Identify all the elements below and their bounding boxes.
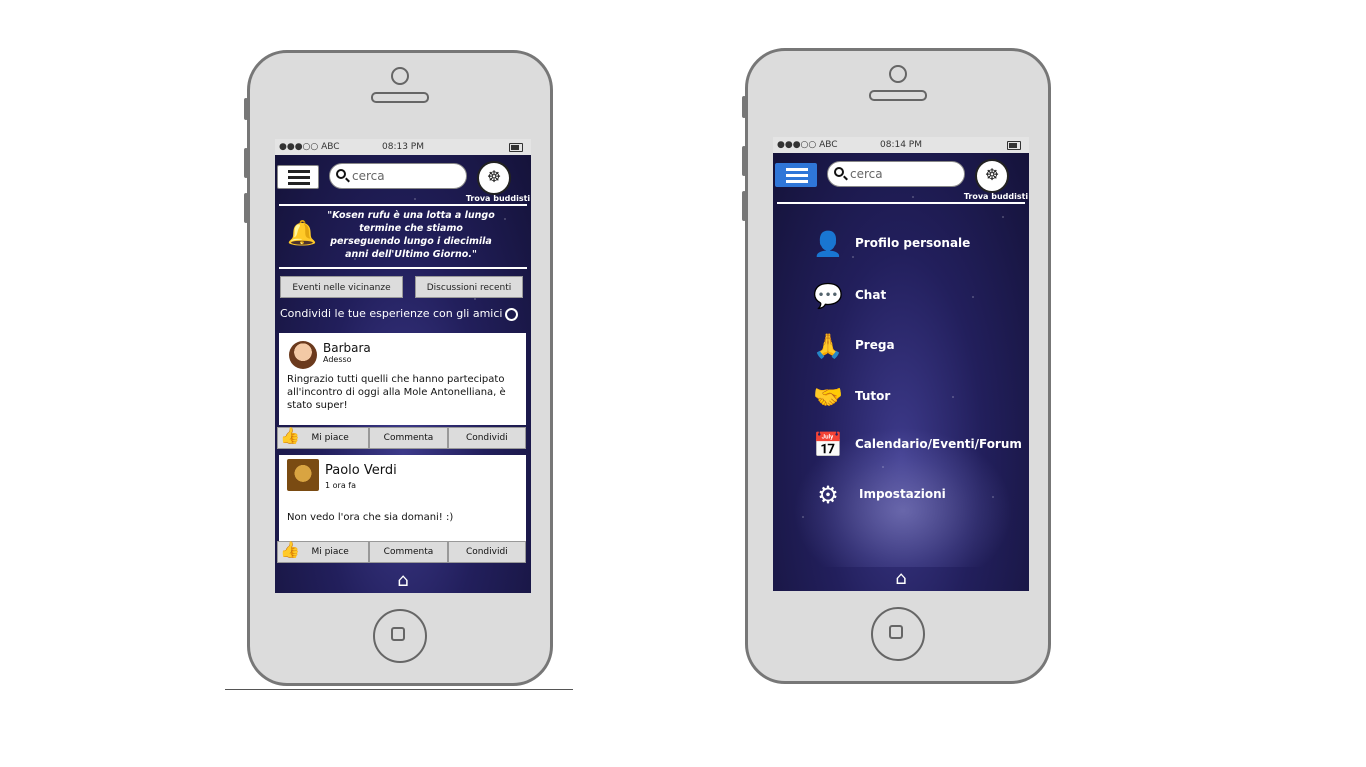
thumbs-up-icon: 👍 (280, 540, 300, 559)
search-icon (834, 167, 844, 177)
status-time: 08:13 PM (382, 142, 424, 152)
tab-nearby-events[interactable]: Eventi nelle vicinanze (280, 276, 403, 298)
divider (777, 202, 1025, 204)
share-button[interactable]: Condividi (447, 427, 526, 449)
speaker (869, 90, 927, 101)
status-bar: ●●●○○ ABC 08:13 PM (275, 139, 531, 155)
chat-icon: 💬 (813, 282, 843, 310)
avatar (289, 341, 317, 369)
camera (889, 65, 907, 83)
battery-icon (1007, 141, 1021, 150)
status-time: 08:14 PM (880, 140, 922, 150)
daily-quote: "Kosen rufu è una lotta a lungo termine … (327, 210, 495, 260)
divider (279, 204, 527, 206)
share-button[interactable]: Condividi (447, 541, 526, 563)
post-author[interactable]: Barbara (323, 341, 371, 355)
post-actions: 👍 Mi piace Commenta Condividi (277, 540, 526, 563)
search-input[interactable]: cerca (827, 161, 965, 187)
gear-icon: ⚙ (817, 481, 839, 509)
post-time: 1 ora fa (325, 481, 356, 490)
speaker (371, 92, 429, 103)
find-buddhists-label: Trova buddisti (963, 192, 1029, 201)
search-input[interactable]: cerca (329, 163, 467, 189)
status-bar: ●●●○○ ABC 08:14 PM (773, 137, 1029, 153)
post-time: Adesso (323, 355, 352, 364)
battery-icon (509, 143, 523, 152)
post-author[interactable]: Paolo Verdi (325, 463, 397, 478)
like-button[interactable]: 👍 Mi piace (277, 426, 370, 449)
user-icon: 👤 (813, 230, 843, 258)
buddha-icon: ☸ (486, 167, 502, 186)
tab-recent-discussions[interactable]: Discussioni recenti (415, 276, 523, 298)
phone-home-button[interactable] (871, 607, 925, 661)
search-placeholder: cerca (850, 167, 883, 181)
pray-icon: 🙏 (813, 332, 843, 360)
baseline-divider (225, 689, 573, 690)
bell-icon[interactable]: 🔔 (287, 219, 317, 247)
thumbs-up-icon: 👍 (280, 426, 300, 445)
home-icon[interactable]: ⌂ (275, 570, 531, 591)
home-icon[interactable]: ⌂ (773, 568, 1029, 589)
left-phone-frame: ●●●○○ ABC 08:13 PM cerca ☸ Trova buddist… (244, 50, 553, 686)
phone-home-button[interactable] (373, 609, 427, 663)
menu-screen: ●●●○○ ABC 08:14 PM cerca ☸ Trova buddist… (773, 137, 1029, 591)
post-card: Barbara Adesso Ringrazio tutti quelli ch… (279, 333, 526, 425)
feed-screen: ●●●○○ ABC 08:13 PM cerca ☸ Trova buddist… (275, 139, 531, 593)
comment-button[interactable]: Commenta (369, 541, 448, 563)
menu-button[interactable] (277, 165, 319, 189)
post-card: Paolo Verdi 1 ora fa Non vedo l'ora che … (279, 455, 526, 541)
camera (391, 67, 409, 85)
post-actions: 👍 Mi piace Commenta Condividi (277, 426, 526, 449)
divider (279, 267, 527, 269)
handshake-icon: 🤝 (813, 383, 843, 411)
post-body: Ringrazio tutti quelli che hanno parteci… (287, 374, 506, 411)
calendar-icon: 📅 (813, 431, 843, 459)
find-buddhists-label: Trova buddisti (465, 194, 531, 203)
search-icon (336, 169, 346, 179)
right-phone-frame: ●●●○○ ABC 08:14 PM cerca ☸ Trova buddist… (742, 48, 1051, 684)
find-buddhists-button[interactable]: ☸ (975, 159, 1009, 193)
buddha-icon: ☸ (984, 165, 1000, 184)
search-placeholder: cerca (352, 169, 385, 183)
avatar (287, 459, 319, 491)
comment-button[interactable]: Commenta (369, 427, 448, 449)
post-body: Non vedo l'ora che sia domani! :) (287, 512, 454, 523)
share-experiences-text[interactable]: Condividi le tue esperienze con gli amic… (280, 307, 502, 320)
menu-button[interactable] (775, 163, 817, 187)
like-button[interactable]: 👍 Mi piace (277, 540, 370, 563)
find-buddhists-button[interactable]: ☸ (477, 161, 511, 195)
share-radio-icon[interactable] (505, 308, 518, 321)
